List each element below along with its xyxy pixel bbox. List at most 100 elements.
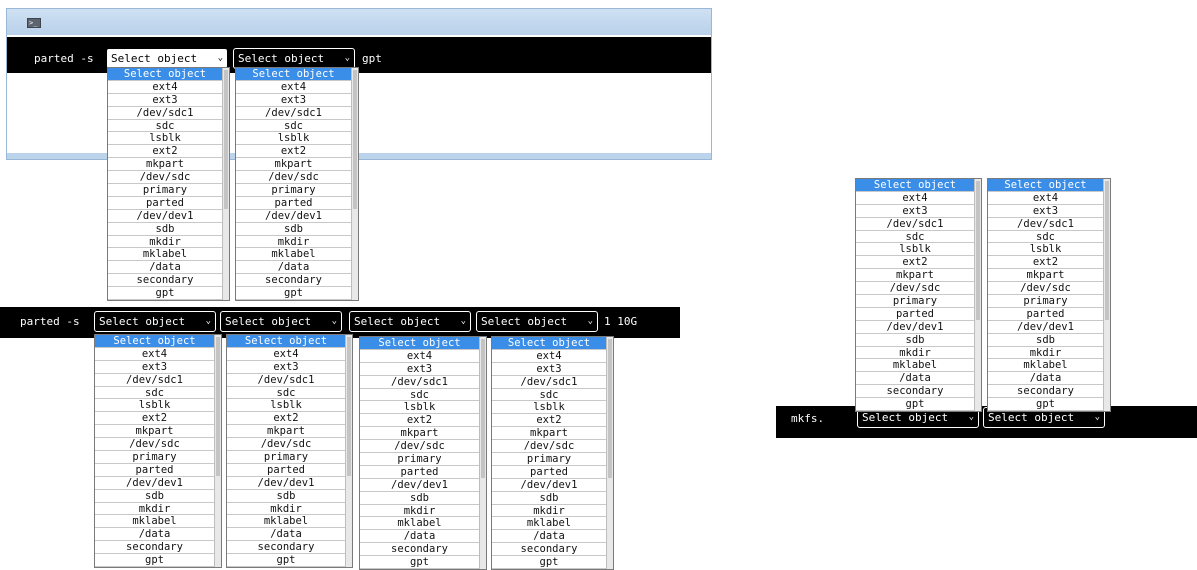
dropdown-option[interactable]: sdb — [360, 492, 479, 505]
dropdown-option[interactable]: mklabel — [95, 515, 214, 529]
dropdown-option[interactable]: /dev/sdc1 — [227, 374, 345, 387]
dropdown-option[interactable]: ext2 — [856, 256, 974, 270]
dropdown-option[interactable]: /dev/sdc1 — [108, 107, 222, 120]
dropdown-option[interactable]: primary — [856, 295, 974, 308]
dropdown-option[interactable]: parted — [360, 466, 479, 479]
dropdown-scrollbar[interactable] — [222, 68, 229, 301]
dropdown-option[interactable]: parted — [227, 464, 345, 477]
object-select[interactable]: Select object ⌄ — [233, 48, 355, 69]
dropdown-option[interactable]: gpt — [988, 398, 1103, 412]
dropdown-scrollbar[interactable] — [214, 335, 221, 568]
dropdown-option[interactable]: Select object — [95, 335, 214, 348]
dropdown-option[interactable]: secondary — [236, 274, 351, 288]
select-dropdown[interactable]: Select object ext4 ext3/dev/sdc1 sdc lsblk ex… — [359, 336, 487, 570]
dropdown-option[interactable]: /dev/sdc — [492, 440, 606, 454]
dropdown-option[interactable]: /dev/sdc — [360, 440, 479, 454]
dropdown-option[interactable]: mkdir — [492, 505, 606, 518]
dropdown-option[interactable]: /dev/sdc — [95, 438, 214, 452]
dropdown-option[interactable]: /data — [95, 528, 214, 542]
object-select[interactable]: Select object ⌄ — [94, 311, 216, 332]
dropdown-option[interactable]: mkpart — [360, 427, 479, 441]
dropdown-option[interactable]: sdc — [988, 231, 1103, 244]
select-dropdown[interactable]: Select object ext4 ext3/dev/sdc1 sdc lsblk ex… — [107, 67, 230, 302]
dropdown-option[interactable]: secondary — [492, 543, 606, 557]
dropdown-option[interactable]: /dev/dev1 — [492, 479, 606, 492]
dropdown-option[interactable]: gpt — [236, 287, 351, 301]
dropdown-option[interactable]: /dev/dev1 — [856, 321, 974, 334]
dropdown-option[interactable]: Select object — [360, 337, 479, 350]
dropdown-option[interactable]: mklabel — [360, 517, 479, 531]
dropdown-option[interactable]: /dev/sdc — [108, 171, 222, 185]
dropdown-option[interactable]: ext3 — [227, 361, 345, 374]
select-dropdown[interactable]: Select object ext4 ext3/dev/sdc1 sdc lsblk ex… — [94, 334, 222, 569]
dropdown-scrollbar[interactable] — [1103, 179, 1110, 412]
dropdown-option[interactable]: mkdir — [108, 236, 222, 249]
dropdown-option[interactable]: sdc — [856, 231, 974, 244]
dropdown-option[interactable]: lsblk — [856, 243, 974, 257]
dropdown-option[interactable]: ext4 — [236, 81, 351, 94]
dropdown-option[interactable]: /dev/dev1 — [988, 321, 1103, 334]
dropdown-scrollbar[interactable] — [351, 68, 358, 301]
dropdown-option[interactable]: mkdir — [988, 347, 1103, 360]
dropdown-option[interactable]: ext3 — [108, 94, 222, 107]
object-select[interactable]: Select object ⌄ — [476, 311, 598, 332]
dropdown-option[interactable]: sdb — [856, 334, 974, 347]
dropdown-option[interactable]: secondary — [856, 385, 974, 399]
scrollbar-thumb[interactable] — [347, 337, 351, 477]
dropdown-option[interactable]: gpt — [492, 556, 606, 570]
dropdown-option[interactable]: /dev/dev1 — [236, 210, 351, 223]
dropdown-scrollbar[interactable] — [606, 337, 613, 570]
dropdown-option[interactable]: lsblk — [988, 243, 1103, 257]
dropdown-option[interactable]: sdb — [95, 490, 214, 503]
dropdown-option[interactable]: Select object — [236, 68, 351, 81]
dropdown-option[interactable]: /dev/sdc1 — [95, 374, 214, 387]
dropdown-option[interactable]: /dev/sdc1 — [988, 218, 1103, 231]
dropdown-option[interactable]: ext2 — [492, 414, 606, 428]
dropdown-option[interactable]: ext4 — [492, 350, 606, 363]
dropdown-option[interactable]: mklabel — [492, 517, 606, 531]
dropdown-option[interactable]: ext2 — [988, 256, 1103, 270]
dropdown-option[interactable]: /dev/sdc — [988, 282, 1103, 296]
dropdown-option[interactable]: parted — [95, 464, 214, 477]
dropdown-option[interactable]: ext2 — [360, 414, 479, 428]
dropdown-option[interactable]: mkpart — [227, 425, 345, 439]
dropdown-option[interactable]: ext4 — [856, 192, 974, 205]
dropdown-option[interactable]: sdb — [108, 223, 222, 236]
dropdown-option[interactable]: lsblk — [360, 401, 479, 415]
scrollbar-thumb[interactable] — [976, 181, 980, 321]
dropdown-option[interactable]: ext4 — [108, 81, 222, 94]
scrollbar-thumb[interactable] — [481, 339, 485, 479]
dropdown-option[interactable]: /dev/dev1 — [95, 477, 214, 490]
dropdown-option[interactable]: /data — [856, 372, 974, 386]
dropdown-option[interactable]: sdb — [492, 492, 606, 505]
dropdown-option[interactable]: /data — [360, 530, 479, 544]
dropdown-option[interactable]: parted — [108, 197, 222, 210]
dropdown-option[interactable]: gpt — [227, 554, 345, 568]
dropdown-option[interactable]: /dev/sdc1 — [360, 376, 479, 389]
dropdown-option[interactable]: lsblk — [492, 401, 606, 415]
dropdown-option[interactable]: gpt — [360, 556, 479, 570]
dropdown-option[interactable]: mkdir — [236, 236, 351, 249]
dropdown-option[interactable]: mkpart — [95, 425, 214, 439]
dropdown-option[interactable]: ext3 — [360, 363, 479, 376]
dropdown-option[interactable]: mklabel — [988, 359, 1103, 373]
dropdown-option[interactable]: ext4 — [227, 348, 345, 361]
dropdown-option[interactable]: secondary — [95, 541, 214, 555]
object-select[interactable]: Select object ⌄ — [106, 48, 228, 69]
dropdown-option[interactable]: parted — [236, 197, 351, 210]
dropdown-option[interactable]: secondary — [360, 543, 479, 557]
dropdown-option[interactable]: /dev/dev1 — [227, 477, 345, 490]
dropdown-option[interactable]: Select object — [856, 179, 974, 192]
dropdown-option[interactable]: parted — [856, 308, 974, 321]
dropdown-option[interactable]: Select object — [988, 179, 1103, 192]
dropdown-option[interactable]: mkpart — [988, 269, 1103, 283]
dropdown-option[interactable]: ext3 — [856, 205, 974, 218]
dropdown-option[interactable]: secondary — [108, 274, 222, 288]
dropdown-option[interactable]: sdb — [227, 490, 345, 503]
dropdown-option[interactable]: sdb — [236, 223, 351, 236]
dropdown-option[interactable]: lsblk — [108, 132, 222, 146]
dropdown-option[interactable]: sdc — [95, 387, 214, 400]
dropdown-option[interactable]: mkdir — [360, 505, 479, 518]
dropdown-option[interactable]: sdc — [236, 120, 351, 133]
dropdown-option[interactable]: lsblk — [95, 399, 214, 413]
